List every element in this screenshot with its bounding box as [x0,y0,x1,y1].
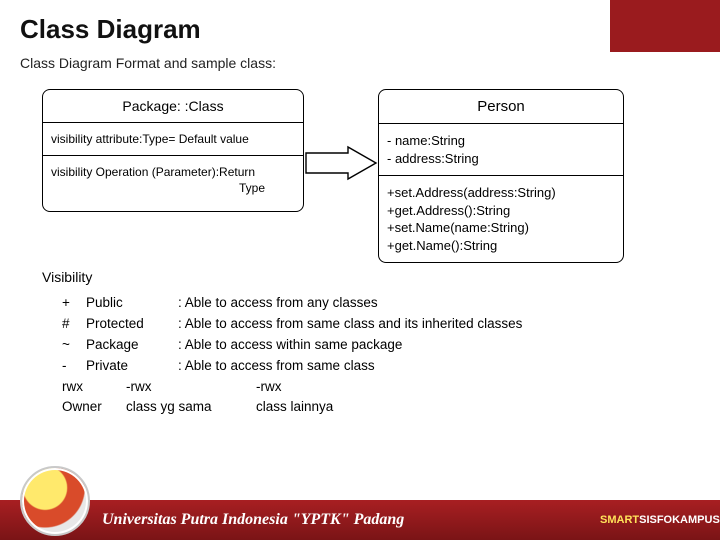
visibility-row: ~ Package : Able to access within same p… [62,335,720,356]
op-line: +get.Address():String [387,202,615,220]
perm-c: class lainnya [256,397,333,417]
visibility-row: + Public : Able to access from any class… [62,293,720,314]
vis-desc: : Able to access from any classes [178,293,720,314]
vis-sym: # [62,314,86,335]
uml-format-box: Package: :Class visibility attribute:Typ… [42,89,304,212]
uml-format-op-line2: Type [51,180,295,196]
visibility-heading: Visibility [0,269,720,285]
uml-sample-box: Person - name:String - address:String +s… [378,89,624,263]
perm-c: class yg sama [126,397,256,417]
footer-university: Universitas Putra Indonesia "YPTK" Padan… [98,511,600,529]
university-logo-icon [20,466,90,536]
vis-sym: + [62,293,86,314]
uml-format-header: Package: :Class [43,90,303,123]
vis-name: Package [86,335,178,356]
vis-name: Private [86,356,178,377]
perm-c: Owner [62,397,126,417]
visibility-row: - Private : Able to access from same cla… [62,356,720,377]
perm-c: -rwx [256,377,282,397]
perm-row-1: rwx -rwx -rwx [0,377,720,397]
vis-name: Protected [86,314,178,335]
vis-desc: : Able to access from same class and its… [178,314,720,335]
perm-row-2: Owner class yg sama class lainnya [0,397,720,417]
footer-brand: SMARTSISFOKAMPUS [600,514,720,526]
uml-format-op-line1: visibility Operation (Parameter):Return [51,164,295,180]
header-accent [610,0,720,52]
diagram-row: Package: :Class visibility attribute:Typ… [0,89,720,263]
page-subtitle: Class Diagram Format and sample class: [0,49,720,71]
attr-line: - address:String [387,150,615,168]
footer-bar: Universitas Putra Indonesia "YPTK" Padan… [0,500,720,540]
uml-sample-attrs: - name:String - address:String [379,124,623,175]
op-line: +set.Address(address:String) [387,184,615,202]
uml-sample-ops: +set.Address(address:String) +get.Addres… [379,175,623,262]
perm-c: rwx [62,377,126,397]
op-line: +get.Name():String [387,237,615,255]
vis-desc: : Able to access within same package [178,335,720,356]
brand-rest: SISFOKAMPUS [639,514,720,526]
uml-format-attr: visibility attribute:Type= Default value [43,123,303,155]
brand-smart: SMART [600,514,639,526]
vis-sym: - [62,356,86,377]
vis-sym: ~ [62,335,86,356]
visibility-table: + Public : Able to access from any class… [0,293,720,377]
perm-c: -rwx [126,377,256,397]
uml-format-op: visibility Operation (Parameter):Return … [43,155,303,210]
vis-desc: : Able to access from same class [178,356,720,377]
attr-line: - name:String [387,132,615,150]
arrow-icon [304,145,378,181]
uml-sample-header: Person [379,90,623,124]
vis-name: Public [86,293,178,314]
visibility-row: # Protected : Able to access from same c… [62,314,720,335]
op-line: +set.Name(name:String) [387,219,615,237]
